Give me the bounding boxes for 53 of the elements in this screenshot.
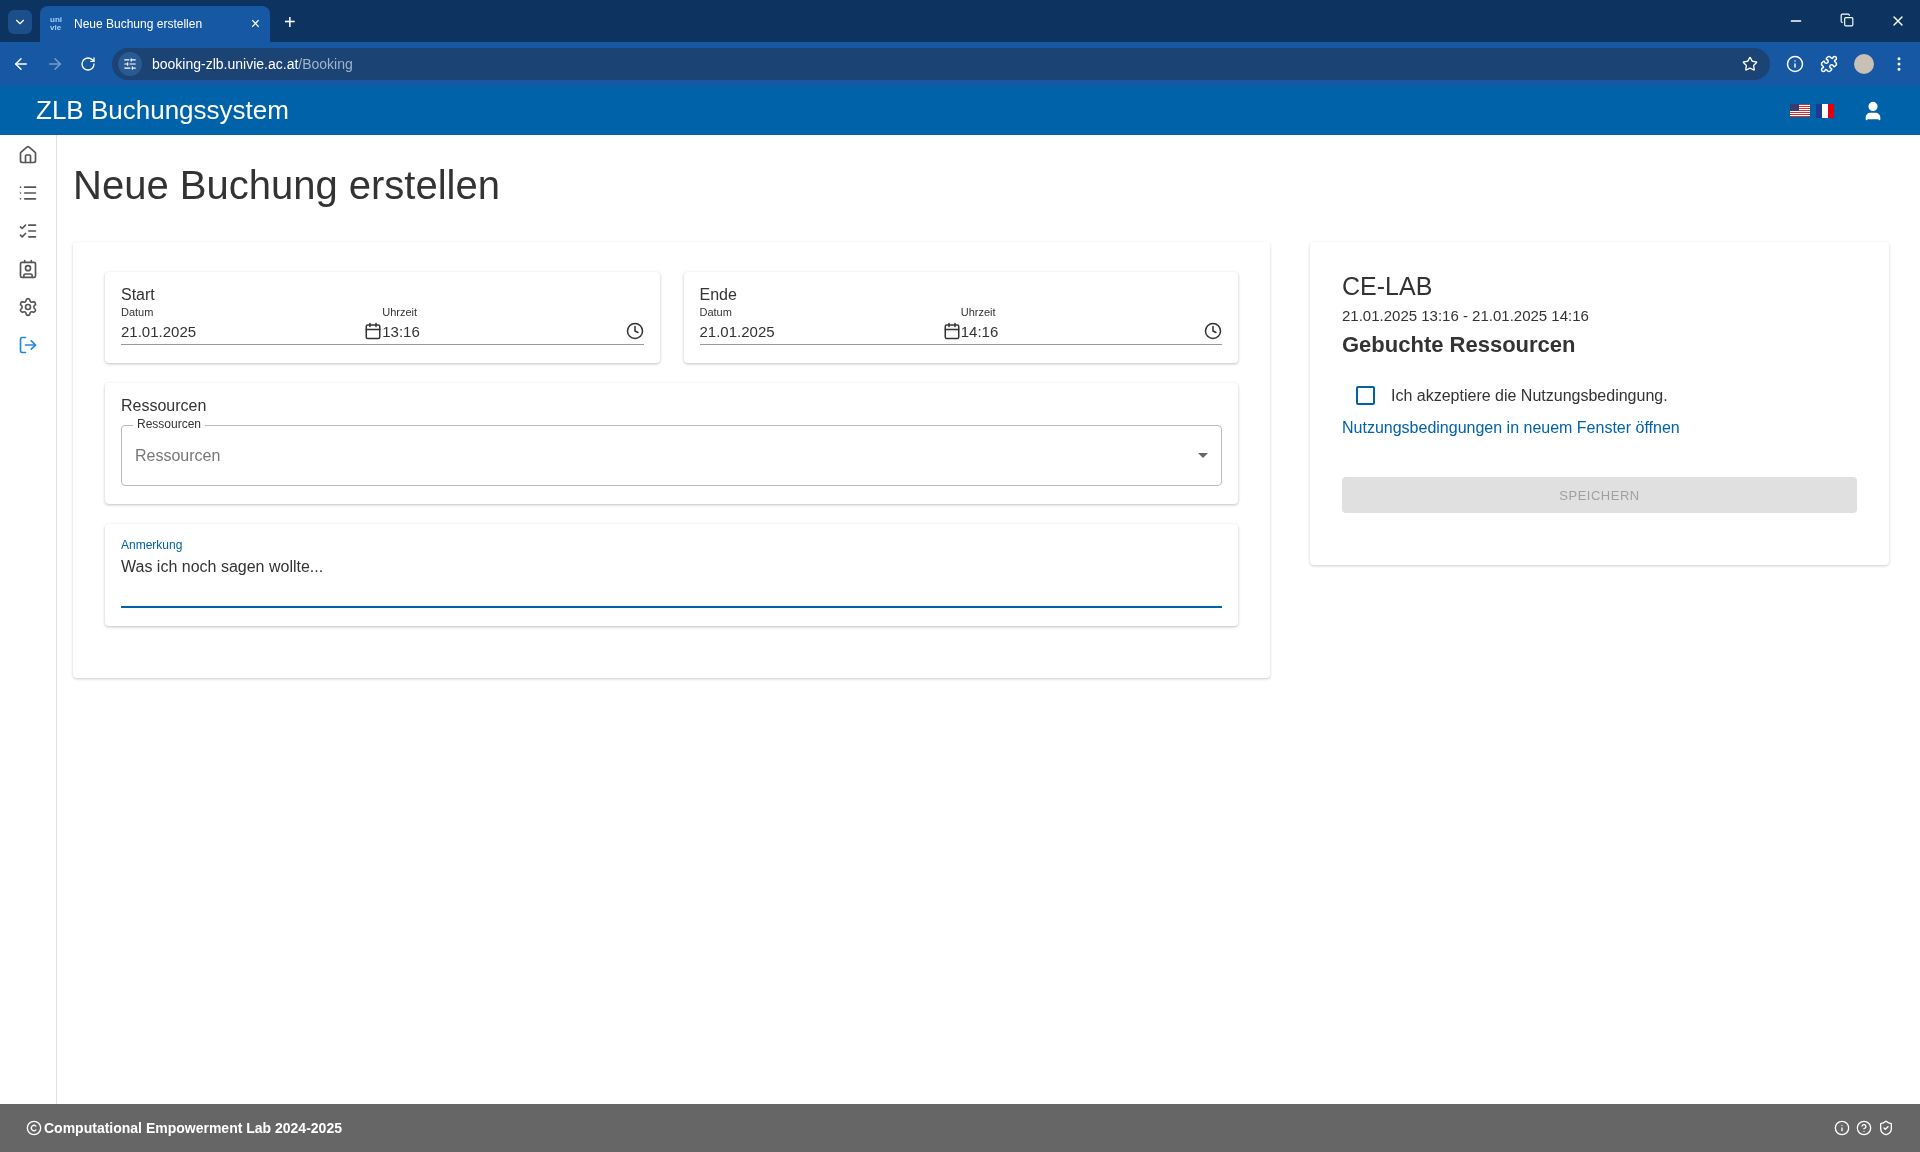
- help-icon[interactable]: [1856, 1120, 1872, 1136]
- tab-favicon: uni vie: [50, 16, 63, 32]
- date-field[interactable]: 21.01.2025: [699, 322, 775, 340]
- date-label: Datum: [121, 306, 155, 318]
- accept-label: Ich akzeptiere die Nutzungsbedingung.: [1391, 386, 1668, 405]
- home-nav-button[interactable]: [18, 145, 38, 165]
- tab-title: Neue Buchung erstellen: [74, 17, 204, 31]
- time-label: Uhrzeit: [382, 306, 419, 318]
- info-icon[interactable]: [1834, 1120, 1850, 1136]
- page-title: Neue Buchung erstellen: [73, 163, 501, 208]
- close-tab-button[interactable]: ×: [250, 15, 260, 33]
- time-title: Start: [121, 286, 156, 304]
- time-field[interactable]: 14:16: [960, 322, 999, 340]
- calendar-icon[interactable]: [942, 322, 961, 340]
- tab-search-button[interactable]: [8, 10, 32, 34]
- clock-icon[interactable]: [625, 322, 644, 340]
- lab-title: CE-LAB: [1342, 272, 1434, 301]
- tasks-nav-button[interactable]: [18, 221, 38, 241]
- address-bar[interactable]: booking-zlb.univie.ac.at/Booking: [112, 48, 1770, 80]
- restore-icon[interactable]: [1840, 13, 1854, 27]
- app-title: ZLB Buchungssystem: [36, 95, 290, 126]
- note-label: Anmerkung: [121, 538, 184, 552]
- new-tab-button[interactable]: +: [278, 11, 302, 34]
- shield-icon[interactable]: [1878, 1120, 1894, 1136]
- settings-nav-button[interactable]: [18, 297, 38, 317]
- clock-icon[interactable]: [1204, 322, 1222, 340]
- calendar-icon[interactable]: [364, 322, 383, 340]
- us-flag-icon[interactable]: [1790, 104, 1810, 117]
- time-title: Ende: [699, 286, 738, 304]
- date-label: Datum: [699, 306, 733, 318]
- browser-tab[interactable]: uni vie Neue Buchung erstellen ×: [40, 6, 270, 42]
- footer-text: Computational Empowerment Lab 2024-2025: [44, 1120, 343, 1136]
- accept-checkbox[interactable]: [1356, 386, 1375, 405]
- logout-nav-button[interactable]: [18, 335, 38, 355]
- time-label: Uhrzeit: [960, 306, 997, 318]
- note-field[interactable]: Was ich noch sagen wollte...: [121, 558, 1222, 608]
- dropdown-caret-icon: [1198, 453, 1208, 458]
- bookmark-star-icon[interactable]: [1742, 56, 1758, 72]
- reload-icon[interactable]: [80, 56, 96, 72]
- copyright-icon: [26, 1120, 42, 1136]
- date-field[interactable]: 21.01.2025: [121, 322, 197, 340]
- booking-range: 21.01.2025 13:16 - 21.01.2025 14:16: [1342, 307, 1590, 324]
- contact-nav-button[interactable]: [18, 259, 38, 279]
- back-icon[interactable]: [12, 55, 30, 73]
- profile-avatar[interactable]: [1854, 54, 1874, 74]
- french-flag-icon[interactable]: [1816, 103, 1834, 118]
- time-field[interactable]: 13:16: [382, 322, 420, 340]
- terms-link[interactable]: Nutzungsbedingungen in neuem Fenster öffnen: [1342, 419, 1857, 437]
- resources-title: Ressourcen: [121, 397, 208, 415]
- booked-resources-heading: Gebuchte Ressourcen: [1342, 332, 1577, 358]
- extensions-icon[interactable]: [1820, 55, 1838, 73]
- list-nav-button[interactable]: [18, 183, 38, 203]
- site-info-icon[interactable]: [118, 52, 142, 76]
